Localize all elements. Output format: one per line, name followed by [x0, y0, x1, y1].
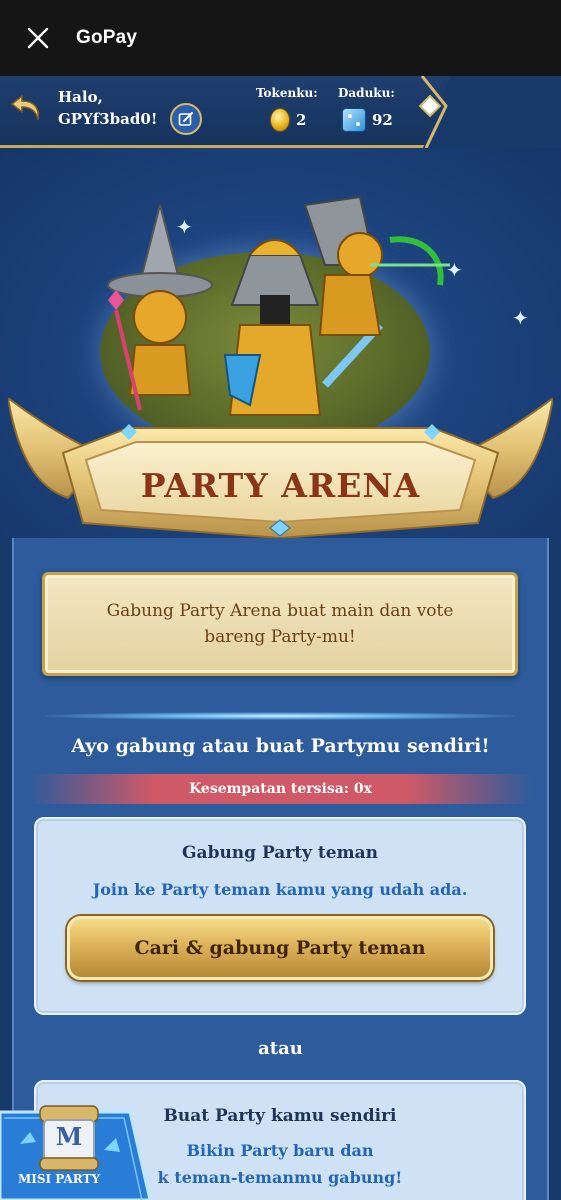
sparkle-icon: ✦	[176, 215, 193, 239]
sparkle-icon: ✦	[512, 306, 529, 330]
dice-icon	[342, 108, 366, 132]
find-join-party-label: Cari & gabung Party teman	[134, 937, 426, 959]
notice-text: Gabung Party Arena buat main dan vote ba…	[106, 601, 454, 647]
greeting: Halo, GPYf3bad0!	[58, 86, 157, 130]
find-join-party-button[interactable]: Cari & gabung Party teman	[67, 916, 493, 980]
remaining-chance-bar: Kesempatan tersisa: 0x	[28, 774, 533, 804]
join-card-title: Gabung Party teman	[182, 843, 378, 863]
remaining-chance-text: Kesempatan tersisa: 0x	[189, 781, 372, 797]
misi-badge-letter: M	[55, 1122, 83, 1151]
dice-value: 92	[372, 111, 393, 129]
username: GPYf3bad0!	[58, 110, 158, 128]
header-ornament	[418, 76, 448, 148]
sparkle-icon: ✦	[446, 258, 463, 282]
dice-label: Daduku:	[338, 86, 395, 100]
edit-icon	[178, 112, 193, 126]
back-arrow-icon[interactable]	[8, 90, 44, 126]
misi-party-label: MISI PARTY	[17, 1172, 101, 1186]
coin-icon	[270, 108, 290, 132]
token-value: 2	[296, 111, 307, 129]
section-headline: Ayo gabung atau buat Partymu sendiri!	[71, 735, 490, 757]
edit-name-button[interactable]	[170, 103, 202, 135]
info-notice: Gabung Party Arena buat main dan vote ba…	[42, 572, 518, 676]
join-card-subtitle: Join ke Party teman kamu yang udah ada.	[92, 880, 468, 899]
greeting-label: Halo,	[58, 88, 103, 106]
close-icon	[27, 27, 49, 49]
banner-title: PARTY ARENA	[140, 466, 421, 505]
divider-glow	[45, 712, 515, 720]
separator-text: atau	[258, 1038, 303, 1059]
app-title: GoPay	[76, 27, 138, 48]
token-label: Tokenku:	[256, 86, 318, 100]
app-bar: GoPay	[0, 0, 561, 76]
close-button[interactable]	[0, 0, 76, 76]
dice-count: 92	[342, 108, 393, 132]
token-count: 2	[270, 108, 306, 132]
